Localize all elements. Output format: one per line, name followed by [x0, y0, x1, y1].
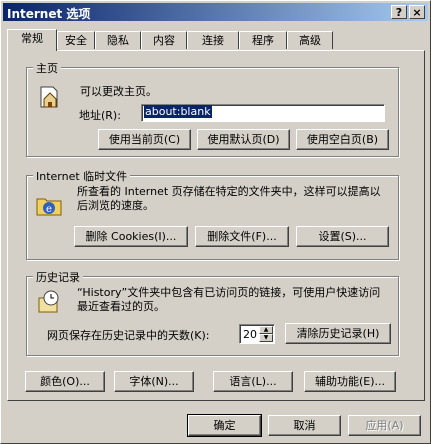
tab-security[interactable]: 安全 [57, 31, 95, 49]
tab-privacy[interactable]: 隐私 [95, 31, 141, 49]
apply-button[interactable]: 应用(A) [348, 415, 421, 436]
internet-options-window: Internet 选项 ? × 常规 安全 隐私 内容 连接 程序 高级 主页 … [0, 0, 431, 444]
title-bar: Internet 选项 ? × [3, 3, 428, 21]
tab-connections[interactable]: 连接 [187, 31, 239, 49]
address-input[interactable]: about:blank [141, 104, 385, 122]
use-current-button[interactable]: 使用当前页(C) [98, 129, 191, 150]
history-desc: “History”文件夹中包含有已访问页的链接，可使用户快速访问最近查看过的页。 [77, 286, 381, 313]
days-label: 网页保存在历史记录中的天数(K): [47, 329, 210, 342]
history-group-title: 历史记录 [33, 269, 83, 285]
tab-advanced[interactable]: 高级 [287, 31, 333, 49]
address-value: about:blank [144, 105, 212, 118]
use-default-button[interactable]: 使用默认页(D) [197, 129, 290, 150]
window-title: Internet 选项 [7, 7, 91, 21]
days-value: 20 [243, 328, 257, 341]
spin-up-icon[interactable]: ▲ [259, 326, 273, 334]
accessibility-button[interactable]: 辅助功能(E)... [304, 371, 396, 392]
tab-content[interactable]: 内容 [141, 31, 187, 49]
home-page-icon [40, 86, 58, 108]
close-button[interactable]: × [409, 5, 425, 19]
ok-button[interactable]: 确定 [187, 414, 262, 437]
delete-cookies-button[interactable]: 删除 Cookies(I)... [74, 226, 188, 247]
use-blank-button[interactable]: 使用空白页(B) [296, 129, 389, 150]
svg-text:e: e [46, 204, 52, 215]
history-icon [38, 290, 59, 313]
help-button[interactable]: ? [391, 5, 407, 19]
days-stepper[interactable]: 20 ▲ ▼ [239, 324, 275, 344]
cancel-button[interactable]: 取消 [268, 415, 341, 436]
fonts-button[interactable]: 字体(N)... [114, 371, 194, 392]
address-label: 地址(R): [79, 109, 121, 122]
temp-folder-icon: e [36, 198, 62, 216]
languages-button[interactable]: 语言(L)... [213, 371, 293, 392]
tab-programs[interactable]: 程序 [239, 31, 287, 49]
tab-general[interactable]: 常规 [7, 29, 57, 51]
clear-history-button[interactable]: 清除历史记录(H) [285, 323, 391, 344]
delete-files-button[interactable]: 删除文件(F)... [195, 226, 289, 247]
temp-files-group-title: Internet 临时文件 [33, 168, 131, 184]
settings-button[interactable]: 设置(S)... [296, 226, 389, 247]
home-group-title: 主页 [33, 60, 61, 76]
colors-button[interactable]: 颜色(O)... [25, 371, 105, 392]
spin-down-icon[interactable]: ▼ [259, 334, 273, 342]
temp-desc: 所查看的 Internet 页存储在特定的文件夹中，这样可以提高以后浏览的速度。 [77, 185, 381, 212]
days-spinner[interactable]: ▲ ▼ [259, 326, 273, 342]
home-desc: 可以更改主页。 [80, 85, 157, 98]
